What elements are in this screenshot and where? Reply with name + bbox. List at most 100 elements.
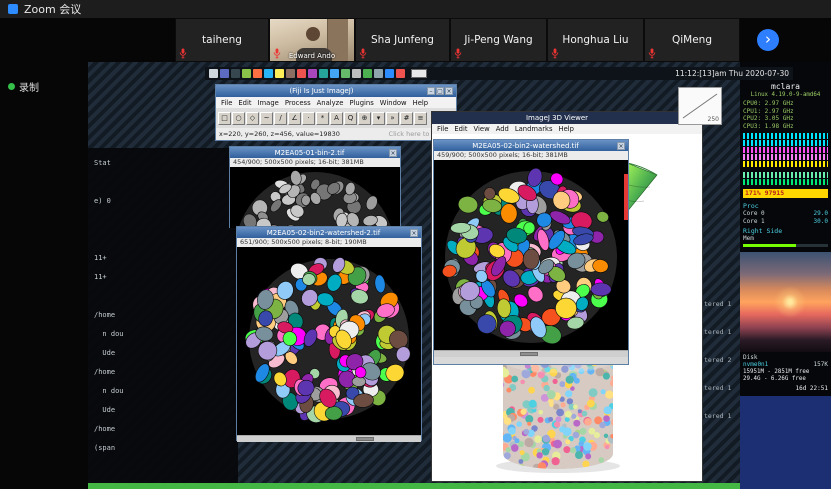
- files-icon[interactable]: [220, 69, 229, 78]
- menu-file[interactable]: File: [218, 99, 235, 107]
- left-terminal[interactable]: Stat e) 0 11+ 11+ /home n dou Ude /home …: [88, 148, 238, 484]
- v3d-menu-view[interactable]: View: [471, 125, 493, 133]
- close-button[interactable]: ×: [617, 142, 625, 150]
- menu-help[interactable]: Help: [410, 99, 432, 107]
- viewer-menubar: FileEditViewAddLandmarksHelp: [432, 124, 702, 134]
- watershed-right-window[interactable]: M2EA05-02-bin2-watershed.tif × 459/900; …: [433, 139, 629, 365]
- polygon-tool[interactable]: ◇: [246, 112, 259, 125]
- menu-analyze[interactable]: Analyze: [314, 99, 347, 107]
- proc-header: Proc: [743, 202, 828, 210]
- side-label: Right Side: [743, 227, 828, 235]
- next-participants-button[interactable]: ›: [757, 29, 779, 51]
- desktop-taskbar[interactable]: 11:12:[13]am Thu 2020-07-30: [205, 67, 793, 80]
- muted-mic-icon: [454, 48, 462, 59]
- stack-slider-thumb[interactable]: [356, 437, 374, 441]
- tray-net-icon[interactable]: [363, 69, 372, 78]
- gimp-icon[interactable]: [286, 69, 295, 78]
- participant-tile[interactable]: Honghua Liu: [547, 18, 644, 62]
- imagej-main-window[interactable]: (Fiji Is Just ImageJ) – ▢ × FileEditImag…: [215, 84, 457, 141]
- graph-row: [743, 133, 828, 139]
- watershed-left-window[interactable]: M2EA05-02-bin2-watershed-2.tif × 651/900…: [236, 226, 422, 441]
- imagej-titlebar[interactable]: (Fiji Is Just ImageJ) – ▢ ×: [216, 85, 456, 97]
- magnifier-tool[interactable]: Q: [344, 112, 357, 125]
- gray-image-window[interactable]: M2EA05-01-bin-2.tif × 454/900; 500x500 p…: [229, 146, 401, 228]
- more-tools[interactable]: ≡: [414, 112, 427, 125]
- zoom-app-icon: [8, 4, 18, 14]
- participant-tile[interactable]: taiheng: [175, 18, 269, 62]
- tray-zoom-icon[interactable]: [385, 69, 394, 78]
- graph-row: [743, 147, 828, 153]
- participant-tile[interactable]: QiMeng: [644, 18, 740, 62]
- gray-window-titlebar[interactable]: M2EA05-01-bin-2.tif ×: [230, 147, 400, 158]
- rectangle-tool[interactable]: □: [218, 112, 231, 125]
- text-tool[interactable]: A: [330, 112, 343, 125]
- v3d-menu-edit[interactable]: Edit: [451, 125, 470, 133]
- v3d-menu-help[interactable]: Help: [556, 125, 578, 133]
- graph-row: [743, 179, 828, 185]
- cpu-line: CPU0: 2.97 GHz: [743, 100, 828, 108]
- watershed-left-canvas[interactable]: [237, 247, 421, 435]
- core-value: 30.0: [814, 218, 828, 226]
- terminal-icon[interactable]: [231, 69, 240, 78]
- v3d-menu-file[interactable]: File: [434, 125, 451, 133]
- core-label: Core 1: [743, 218, 765, 226]
- mail-icon[interactable]: [264, 69, 273, 78]
- zoom-titlebar[interactable]: Zoom 会议: [0, 0, 831, 18]
- app-menu-icon[interactable]: [209, 69, 218, 78]
- music-icon[interactable]: [308, 69, 317, 78]
- close-button[interactable]: ×: [410, 229, 418, 237]
- lut-tool[interactable]: #: [400, 112, 413, 125]
- settings-icon[interactable]: [352, 69, 361, 78]
- imagej-icon[interactable]: [275, 69, 284, 78]
- tray-vol-icon[interactable]: [374, 69, 383, 78]
- imagej-toolbar: □○◇~/∠·*AQ⊕▾»#≡: [216, 108, 456, 128]
- mini-plot-popup[interactable]: 250: [678, 87, 722, 125]
- terminal-fragment: tered 1: [704, 384, 731, 392]
- cpu-alert: 171% 97915: [743, 189, 828, 198]
- wand-tool[interactable]: *: [316, 112, 329, 125]
- net-value: 157K: [814, 361, 828, 369]
- oval-tool[interactable]: ○: [232, 112, 245, 125]
- code-icon[interactable]: [330, 69, 339, 78]
- mem-label: Mem: [743, 235, 754, 243]
- participant-tile[interactable]: Sha Junfeng: [355, 18, 450, 62]
- red-scrollbar[interactable]: [624, 174, 628, 220]
- stack-slider[interactable]: [237, 435, 421, 442]
- developer-tool[interactable]: »: [386, 112, 399, 125]
- watershed-right-titlebar[interactable]: M2EA05-02-bin2-watershed.tif ×: [434, 140, 628, 151]
- menu-process[interactable]: Process: [282, 99, 314, 107]
- menu-edit[interactable]: Edit: [235, 99, 254, 107]
- stack-slider[interactable]: [434, 350, 628, 357]
- watershed-left-titlebar[interactable]: M2EA05-02-bin2-watershed-2.tif ×: [237, 227, 421, 238]
- chat-icon[interactable]: [319, 69, 328, 78]
- v3d-menu-landmarks[interactable]: Landmarks: [512, 125, 556, 133]
- angle-tool[interactable]: ∠: [288, 112, 301, 125]
- minimize-button[interactable]: –: [427, 87, 435, 95]
- maximize-button[interactable]: ▢: [436, 87, 444, 95]
- editor-icon[interactable]: [242, 69, 251, 78]
- stack-slider-thumb[interactable]: [520, 352, 538, 356]
- menu-plugins[interactable]: Plugins: [346, 99, 376, 107]
- browser-icon[interactable]: [253, 69, 262, 78]
- viewer-titlebar[interactable]: ImageJ 3D Viewer – ×: [432, 112, 702, 124]
- menu-image[interactable]: Image: [255, 99, 282, 107]
- menu-window[interactable]: Window: [377, 99, 410, 107]
- monitor-icon[interactable]: [341, 69, 350, 78]
- gray-image-canvas[interactable]: [230, 167, 400, 228]
- workspace-pager[interactable]: [411, 69, 427, 78]
- point-tool[interactable]: ·: [302, 112, 315, 125]
- core-temps: Core 029.0Core 130.0: [743, 210, 828, 225]
- freehand-tool[interactable]: ~: [260, 112, 273, 125]
- hand-tool[interactable]: ⊕: [358, 112, 371, 125]
- dropper-tool[interactable]: ▾: [372, 112, 385, 125]
- tray-rec-icon[interactable]: [396, 69, 405, 78]
- watershed-right-canvas[interactable]: [434, 160, 628, 350]
- bottom-green-bar: [88, 483, 740, 489]
- close-button[interactable]: ×: [445, 87, 453, 95]
- close-button[interactable]: ×: [389, 149, 397, 157]
- v3d-menu-add[interactable]: Add: [493, 125, 512, 133]
- line-tool[interactable]: /: [274, 112, 287, 125]
- office-icon[interactable]: [297, 69, 306, 78]
- participant-tile[interactable]: Ji-Peng Wang: [450, 18, 547, 62]
- participant-video-tile[interactable]: Edward Ando: [269, 18, 355, 62]
